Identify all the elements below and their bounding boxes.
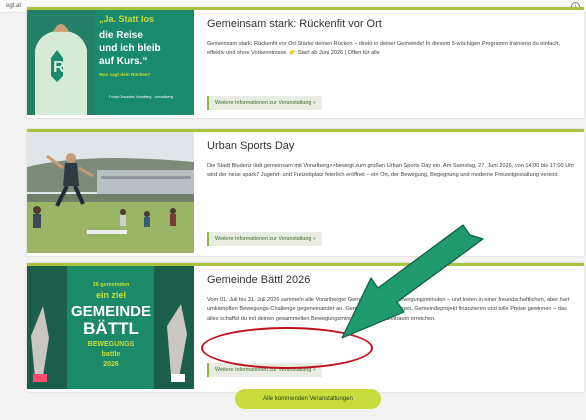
event-description: Vom 01. Juli bis 31. Juli 2026 sammeln a… — [207, 297, 570, 322]
event-image-gemeinde-baettl: 36 gemeinden ein ziel GEMEINDE BÄTTL BEW… — [27, 266, 194, 392]
poster-logo-mark: R — [53, 59, 65, 76]
gemeinde-baettl-poster: 36 gemeinden ein ziel GEMEINDE BÄTTL BEW… — [27, 266, 194, 389]
poster-sub-text-3: 2026 — [103, 361, 119, 368]
poster-small-text: 36 gemeinden — [93, 282, 130, 288]
poster-big-text-2: BÄTTL — [83, 319, 139, 338]
poster-question: Was sagt dein Rücken? — [99, 72, 151, 77]
url-text[interactable]: egt.at — [6, 0, 21, 12]
event-title: Gemeinsam stark: Rückenfit vor Ort — [207, 18, 382, 30]
poster-text-top: „Ja. Statt los — [99, 14, 154, 24]
poster-text-line2: und ich bleib — [99, 43, 161, 54]
all-events-button[interactable]: Alle kommenden Veranstaltungen — [235, 389, 381, 409]
more-info-button[interactable]: Weitere Informationen zur Veranstaltung … — [207, 96, 322, 110]
poster-big-text-1: GEMEINDE — [71, 303, 151, 320]
event-card-rueckenfit: R „Ja. Statt los die Reise und ich bleib… — [27, 7, 584, 118]
event-description: Gemeinsam stark: Rückenfit vor Ort Stärk… — [207, 41, 560, 57]
poster-text-line1: die Reise — [99, 30, 143, 41]
poster-logo-text: Fonds Gesundes Vorarlberg — [109, 95, 152, 99]
poster-mid-text: ein ziel — [96, 290, 126, 300]
more-info-button[interactable]: Weitere Informationen zur Veranstaltung … — [207, 363, 322, 377]
event-title: Urban Sports Day — [207, 140, 295, 152]
page-content: R „Ja. Statt los die Reise und ich bleib… — [0, 7, 586, 420]
poster-logo-vorarlberg: vorarlberg — [155, 94, 174, 99]
event-title: Gemeinde Bättl 2026 — [207, 274, 311, 286]
poster-text-line3: auf Kurs.“ — [99, 56, 147, 67]
event-image-urban-sports — [27, 132, 194, 256]
rueckenfit-poster: R „Ja. Statt los die Reise und ich bleib… — [27, 10, 194, 115]
event-card-urban-sports-day: Urban Sports Day Die Stadt Bludenz lädt … — [27, 129, 584, 256]
event-description: Die Stadt Bludenz lädt gemeinsam mit Vor… — [207, 163, 575, 179]
poster-sub-text: BEWEGUNGS — [88, 341, 135, 348]
event-card-gemeinde-baettl: 36 gemeinden ein ziel GEMEINDE BÄTTL BEW… — [27, 263, 584, 392]
poster-sub-text-2: battle — [102, 351, 121, 358]
urban-sports-photo — [27, 132, 194, 253]
more-info-button[interactable]: Weitere Informationen zur Veranstaltung … — [207, 232, 322, 246]
event-image-rueckenfit: R „Ja. Statt los die Reise und ich bleib… — [27, 10, 194, 118]
